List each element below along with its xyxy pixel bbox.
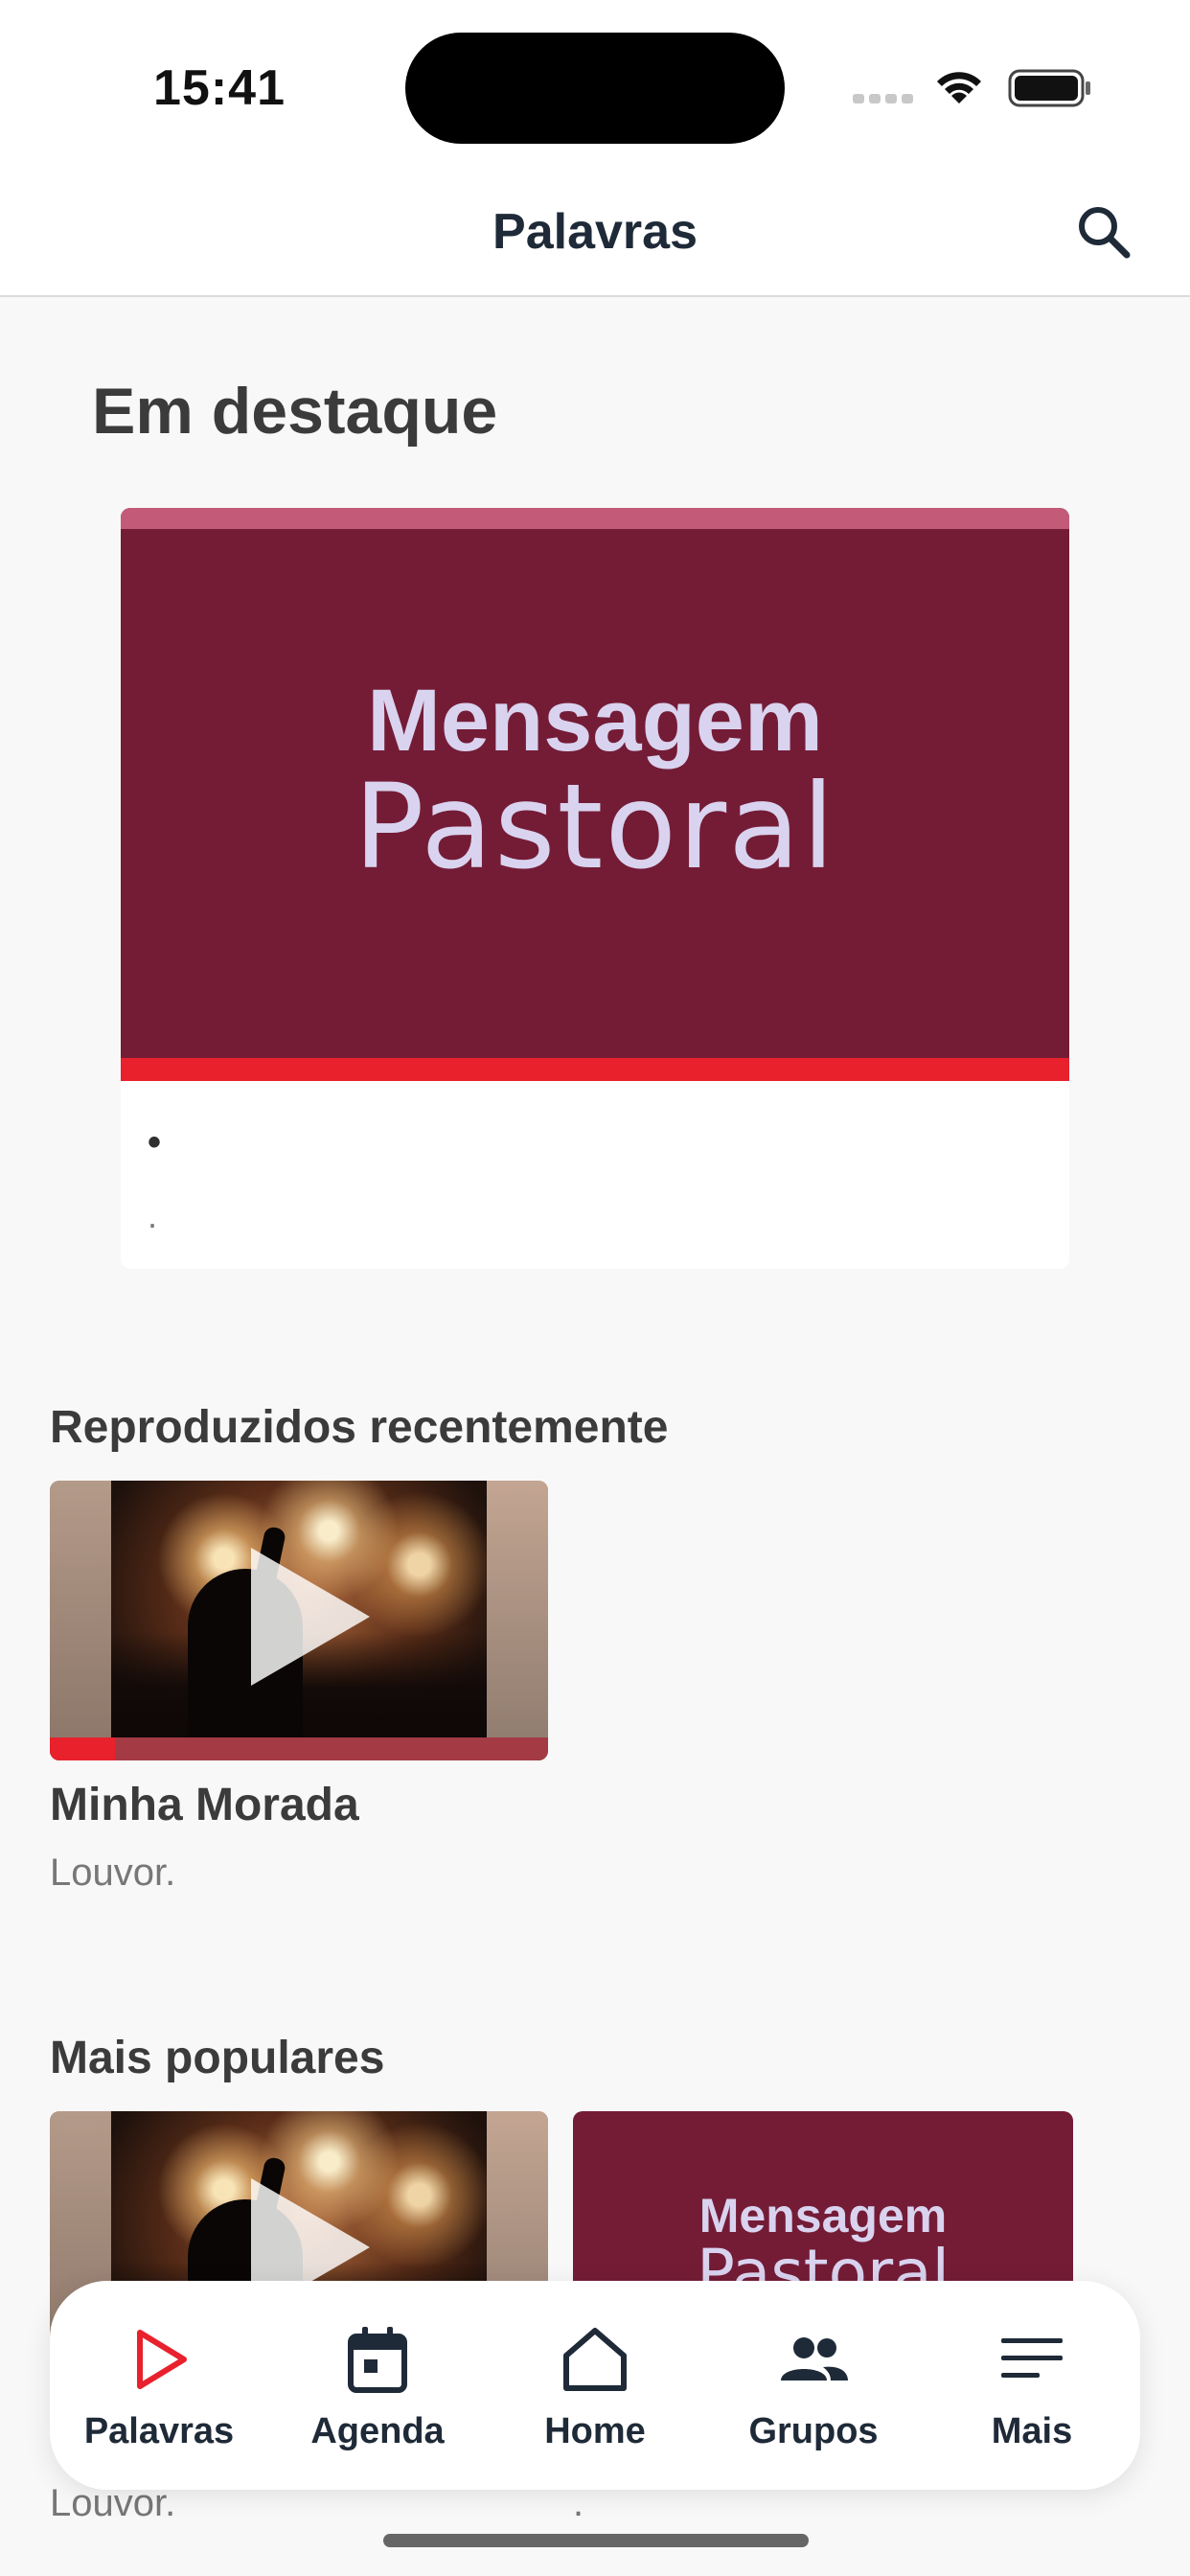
tab-bar: Palavras Agenda Home Grupos Mais [50,2281,1140,2490]
featured-card[interactable]: Mensagem Pastoral • . [121,508,1069,1269]
popular-section-title: Mais populares [50,2033,385,2083]
home-icon [563,2328,627,2391]
groups-icon [781,2337,848,2380]
dynamic-island [405,33,785,144]
status-bar: 15:41 [0,0,1190,172]
thumbnail-blur-left [50,1481,111,1760]
status-time: 15:41 [153,60,286,116]
tab-label: Home [544,2411,646,2451]
calendar-icon [348,2327,407,2393]
banner-title-line2: Pastoral [354,759,836,895]
tab-grupos[interactable]: Grupos [718,2281,909,2490]
tab-agenda[interactable]: Agenda [282,2281,473,2490]
nav-header: Palavras [0,172,1190,297]
tab-label: Grupos [748,2411,879,2451]
play-overlay-icon [251,1548,370,1686]
home-indicator [383,2534,809,2547]
featured-item-subtitle: . [148,1196,158,1235]
thumbnail-blur-right [487,1481,548,1760]
battery-icon [1008,69,1090,107]
featured-banner: Mensagem Pastoral [121,508,1069,1081]
progress-track [50,1737,548,1760]
tab-label: Mais [991,2411,1073,2451]
featured-item-title: • [148,1121,162,1163]
play-icon [137,2330,187,2389]
menu-icon [1001,2338,1063,2378]
tab-home[interactable]: Home [499,2281,691,2490]
tab-label: Agenda [310,2411,445,2451]
banner-top-strip [121,508,1069,529]
recent-item-title[interactable]: Minha Morada [50,1779,359,1831]
featured-section-title: Em destaque [92,375,498,448]
progress-fill [50,1737,115,1760]
wifi-icon [937,72,981,104]
search-icon[interactable] [1071,199,1138,266]
recent-video-thumbnail[interactable] [50,1481,548,1760]
recent-item-subtitle: Louvor. [50,1852,176,1894]
recent-section-title: Reproduzidos recentemente [50,1402,669,1453]
page-title: Palavras [492,204,698,260]
cellular-signal-icon [853,94,914,107]
banner-title-line1: Mensagem [367,672,823,770]
tab-mais[interactable]: Mais [936,2281,1128,2490]
banner-bottom-strip [121,1058,1069,1081]
tab-label: Palavras [83,2411,235,2451]
tab-palavras[interactable]: Palavras [63,2281,255,2490]
